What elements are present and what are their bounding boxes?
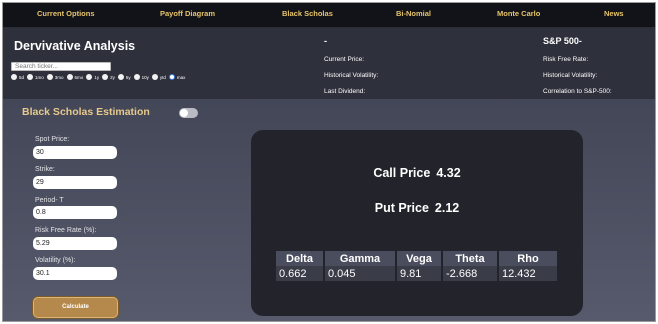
- greek-header-rho: Rho: [499, 251, 557, 266]
- range-option-max[interactable]: max: [168, 74, 185, 80]
- ticker-symbol: -: [324, 36, 327, 46]
- greeks-value-row: 0.662 0.045 9.81 -2.668 12.432: [276, 266, 557, 281]
- last-dividend-label: Last Dividend:: [324, 88, 366, 95]
- range-option-10y[interactable]: 10y: [133, 74, 149, 80]
- greek-value-delta: 0.662: [276, 266, 323, 281]
- radio-icon[interactable]: [66, 74, 73, 80]
- greek-value-rho: 12.432: [499, 266, 557, 281]
- nav-black-scholas[interactable]: Black Scholas: [282, 9, 333, 18]
- nav-bi-nomial[interactable]: Bi-Nomial: [396, 9, 431, 18]
- range-selector: 5d 1mo 3mo 6mo 1y 2y 5y 10y ytd max: [11, 74, 188, 80]
- range-option-1y[interactable]: 1y: [86, 74, 99, 80]
- greek-header-theta: Theta: [443, 251, 497, 266]
- risk-free-rate-label: Risk Free Rate:: [543, 56, 589, 63]
- radio-icon[interactable]: [11, 74, 17, 80]
- spot-price-label: Spot Price:: [35, 136, 70, 143]
- header: Dervivative Analysis 5d 1mo 3mo 6mo 1y 2…: [3, 28, 655, 99]
- correlation-label: Correlation to S&P-500:: [543, 88, 612, 95]
- index-title: S&P 500-: [543, 36, 582, 46]
- call-price-label: Call Price: [373, 166, 431, 180]
- radio-icon[interactable]: [27, 74, 34, 80]
- spot-price-input[interactable]: [33, 146, 117, 159]
- results-card: Call Price 4.32 Put Price 2.12 Delta Gamma…: [251, 130, 583, 316]
- app-window: Current Options Payoff Diagram Black Sch…: [2, 2, 656, 322]
- historical-volatility-label: Historical Volatility:: [324, 72, 379, 79]
- range-option-6mo[interactable]: 6mo: [66, 74, 83, 80]
- top-nav: Current Options Payoff Diagram Black Sch…: [3, 3, 655, 28]
- current-price-label: Current Price:: [324, 56, 365, 63]
- range-option-2y[interactable]: 2y: [102, 74, 115, 80]
- radio-icon[interactable]: [133, 74, 140, 80]
- greek-header-delta: Delta: [276, 251, 323, 266]
- index-volatility-label: Historical Volatility:: [543, 72, 598, 79]
- put-price-value: 2.12: [434, 201, 460, 215]
- radio-icon[interactable]: [86, 74, 93, 80]
- call-price: Call Price 4.32: [251, 166, 583, 180]
- period-label: Period- T: [35, 197, 64, 204]
- section-title: Black Scholas Estimation: [22, 106, 150, 118]
- call-price-value: 4.32: [436, 166, 461, 180]
- toggle-knob: [180, 109, 188, 117]
- radio-icon[interactable]: [151, 74, 158, 80]
- put-price-label: Put Price: [374, 201, 429, 215]
- range-option-5y[interactable]: 5y: [117, 74, 131, 80]
- volatility-label: Volatility (%):: [35, 257, 76, 264]
- greeks-header-row: Delta Gamma Vega Theta Rho: [276, 251, 557, 266]
- range-option-5d[interactable]: 5d: [11, 74, 24, 80]
- put-price: Put Price 2.12: [251, 201, 583, 215]
- nav-monte-carlo[interactable]: Monte Carlo: [497, 9, 540, 18]
- volatility-input[interactable]: [33, 267, 117, 280]
- search-input[interactable]: [11, 62, 111, 71]
- radio-selected-icon[interactable]: [168, 74, 175, 80]
- range-option-1mo[interactable]: 1mo: [27, 74, 44, 80]
- risk-free-rate-input[interactable]: [33, 237, 117, 250]
- nav-current-options[interactable]: Current Options: [37, 9, 95, 18]
- app-title: Dervivative Analysis: [14, 39, 136, 53]
- period-input[interactable]: [33, 206, 117, 219]
- radio-icon[interactable]: [117, 74, 124, 80]
- greek-header-gamma: Gamma: [325, 251, 395, 266]
- nav-payoff-diagram[interactable]: Payoff Diagram: [160, 9, 215, 18]
- range-option-3mo[interactable]: 3mo: [46, 74, 64, 80]
- strike-input[interactable]: [33, 176, 117, 189]
- estimation-toggle[interactable]: [179, 108, 198, 118]
- greek-value-theta: -2.668: [443, 266, 497, 281]
- risk-free-rate-field-label: Risk Free Rate (%):: [35, 227, 97, 234]
- radio-icon[interactable]: [46, 74, 53, 80]
- radio-icon[interactable]: [102, 74, 109, 80]
- nav-news[interactable]: News: [604, 9, 624, 18]
- calculate-button[interactable]: Calculate: [33, 297, 118, 318]
- greek-value-vega: 9.81: [397, 266, 441, 281]
- range-option-ytd[interactable]: ytd: [151, 74, 166, 80]
- strike-label: Strike:: [35, 166, 55, 173]
- greek-value-gamma: 0.045: [325, 266, 395, 281]
- greek-header-vega: Vega: [397, 251, 441, 266]
- greeks-table: Delta Gamma Vega Theta Rho 0.662 0.045 9…: [276, 251, 557, 281]
